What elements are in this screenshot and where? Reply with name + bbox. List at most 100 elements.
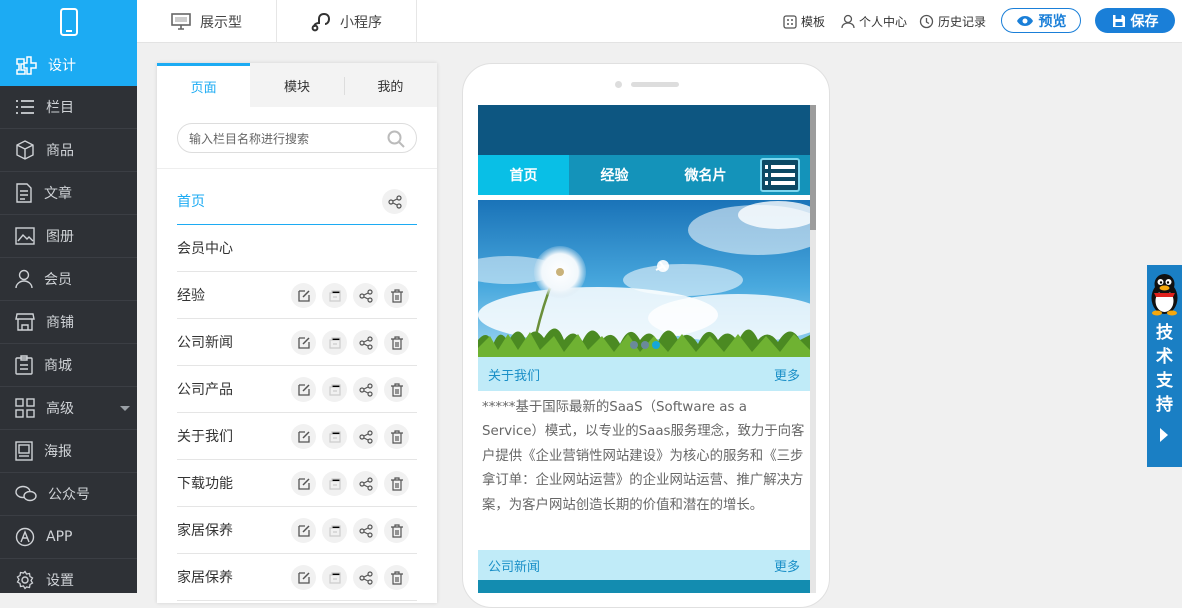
menu-button[interactable] [760, 158, 800, 192]
tab-pages[interactable]: 页面 [157, 63, 251, 107]
delete-button[interactable] [384, 565, 409, 590]
scrollbar-thumb[interactable] [810, 105, 816, 230]
edit-button[interactable] [291, 518, 316, 543]
sidebar-item-store[interactable]: 商铺 [0, 301, 137, 344]
clock-icon [919, 14, 934, 29]
share-button[interactable] [353, 377, 378, 402]
nav-item-home[interactable]: 首页 [478, 155, 569, 195]
edit-button[interactable] [291, 471, 316, 496]
site-header[interactable] [478, 105, 810, 155]
poster-icon [15, 441, 33, 461]
edit-button[interactable] [291, 424, 316, 449]
save-button[interactable]: 保存 [1095, 8, 1175, 33]
sidebar-item-wechat[interactable]: 公众号 [0, 473, 137, 516]
copy-button[interactable] [322, 330, 347, 355]
page-name: 下载功能 [177, 476, 233, 492]
trash-icon [390, 335, 404, 350]
search-box[interactable]: 输入栏目名称进行搜索 [177, 123, 417, 153]
share-button[interactable] [353, 565, 378, 590]
edit-button[interactable] [291, 330, 316, 355]
user-center-link[interactable]: 个人中心 [841, 0, 907, 43]
sidebar-item-members[interactable]: 会员 [0, 258, 137, 301]
share-button[interactable] [353, 518, 378, 543]
sidebar-item-app[interactable]: APP [0, 516, 137, 559]
sidebar-item-label: APP [46, 529, 73, 545]
share-icon [358, 288, 373, 303]
page-row[interactable]: 公司新闻 [177, 319, 417, 366]
history-label: 历史记录 [938, 15, 987, 29]
page-row[interactable]: 公司产品 [177, 366, 417, 413]
tab-modules[interactable]: 模块 [250, 63, 343, 107]
sidebar-item-label: 设置 [46, 573, 74, 589]
delete-button[interactable] [384, 424, 409, 449]
tab-mine[interactable]: 我的 [343, 63, 437, 107]
share-button[interactable] [353, 424, 378, 449]
nav-item-card[interactable]: 微名片 [660, 155, 751, 195]
copy-button[interactable] [322, 377, 347, 402]
sidebar-item-label: 商品 [46, 143, 74, 159]
sidebar-item-label: 文章 [44, 186, 72, 202]
sidebar-item-design[interactable]: 设计 [0, 43, 137, 86]
copy-button[interactable] [322, 283, 347, 308]
delete-button[interactable] [384, 330, 409, 355]
tab-miniprogram[interactable]: 小程序 [277, 0, 417, 43]
sidebar-item-settings[interactable]: 设置 [0, 559, 137, 593]
copy-button[interactable] [322, 565, 347, 590]
page-row[interactable]: 家居保养 [177, 554, 417, 601]
search-input[interactable]: 输入栏目名称进行搜索 [189, 130, 309, 147]
app-icon [15, 527, 35, 547]
sidebar-item-columns[interactable]: 栏目 [0, 86, 137, 129]
history-link[interactable]: 历史记录 [919, 0, 986, 43]
page-row[interactable]: 下载功能 [177, 460, 417, 507]
sidebar-item-mall[interactable]: 商城 [0, 344, 137, 387]
copy-icon [328, 430, 342, 444]
edit-button[interactable] [291, 377, 316, 402]
news-section-header: 公司新闻 更多 [478, 550, 810, 580]
tech-support-tab[interactable]: 技 术 支 持 [1147, 265, 1182, 467]
share-button[interactable] [353, 330, 378, 355]
delete-button[interactable] [384, 283, 409, 308]
banner-dot[interactable] [630, 341, 638, 349]
eye-icon [1016, 15, 1033, 26]
template-link[interactable]: 模板 [783, 0, 825, 43]
scrollbar[interactable] [810, 105, 816, 593]
menu-icon [765, 165, 795, 185]
delete-button[interactable] [384, 518, 409, 543]
share-button[interactable] [382, 189, 407, 214]
preview-button[interactable]: 预览 [1001, 8, 1081, 33]
copy-button[interactable] [322, 471, 347, 496]
user-center-label: 个人中心 [859, 15, 908, 29]
nav-item-experience[interactable]: 经验 [569, 155, 660, 195]
search-icon[interactable] [387, 130, 405, 148]
banner-dot-active[interactable] [652, 341, 660, 349]
delete-button[interactable] [384, 471, 409, 496]
copy-button[interactable] [322, 518, 347, 543]
sidebar-item-poster[interactable]: 海报 [0, 430, 137, 473]
edit-button[interactable] [291, 283, 316, 308]
edit-button[interactable] [291, 565, 316, 590]
page-row-member-center[interactable]: 会员中心 [177, 225, 417, 272]
page-row[interactable]: 家居保养 [177, 507, 417, 554]
page-row[interactable]: 关于我们 [177, 413, 417, 460]
save-label: 保存 [1130, 13, 1159, 30]
page-row[interactable]: 经验 [177, 272, 417, 319]
news-more-link[interactable]: 更多 [774, 556, 800, 575]
about-more-link[interactable]: 更多 [774, 365, 800, 384]
delete-button[interactable] [384, 377, 409, 402]
mobile-logo[interactable] [0, 0, 137, 43]
sidebar-item-gallery[interactable]: 图册 [0, 215, 137, 258]
sidebar-item-advanced[interactable]: 高级 [0, 387, 137, 430]
copy-button[interactable] [322, 424, 347, 449]
share-button[interactable] [353, 471, 378, 496]
trash-icon [390, 476, 404, 491]
banner-dot[interactable] [641, 341, 649, 349]
sidebar-item-products[interactable]: 商品 [0, 129, 137, 172]
share-button[interactable] [353, 283, 378, 308]
sidebar-item-articles[interactable]: 文章 [0, 172, 137, 215]
banner-image[interactable] [478, 200, 810, 357]
page-row-home[interactable]: 首页 [177, 178, 417, 225]
sidebar-item-label: 公众号 [48, 487, 90, 503]
page-name: 家居保养 [177, 523, 233, 539]
monitor-icon [171, 13, 191, 30]
tab-display[interactable]: 展示型 [137, 0, 277, 43]
